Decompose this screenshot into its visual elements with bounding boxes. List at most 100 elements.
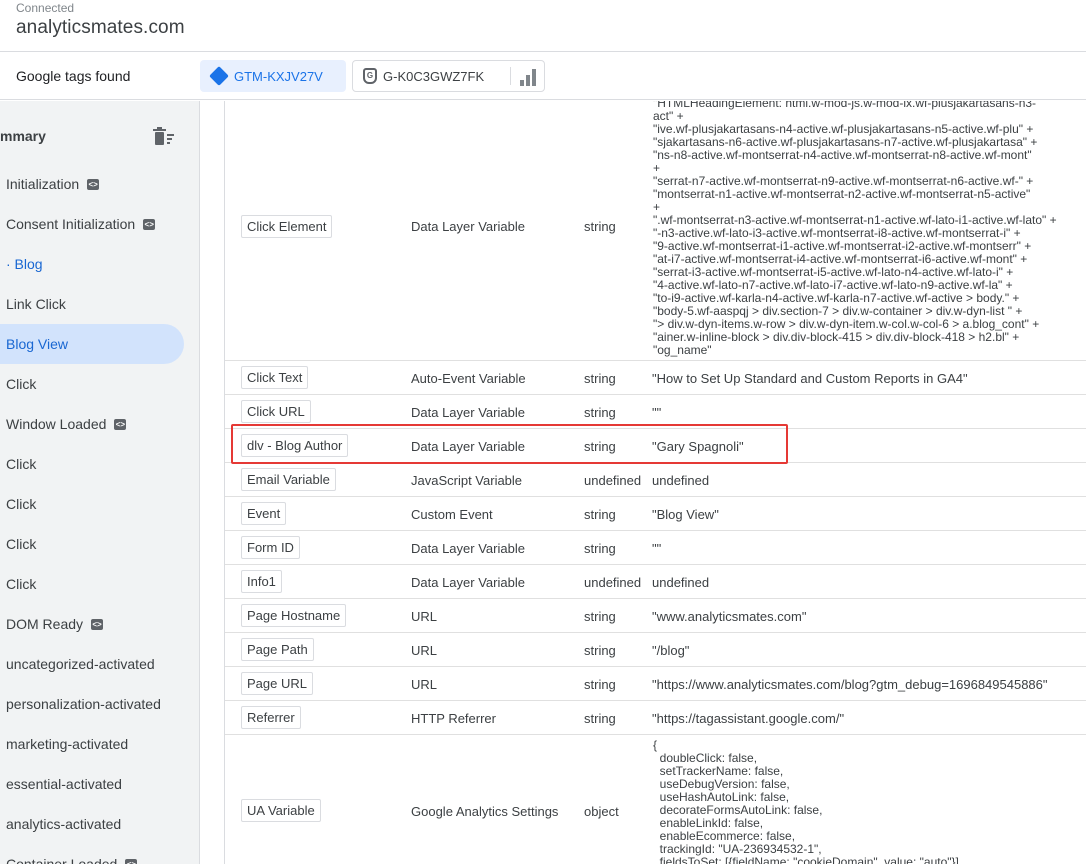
table-row: Click Text Auto-Event Variable string "How … [225,361,1086,395]
variable-data-type: undefined [584,473,642,488]
summary-heading[interactable]: mmary [0,128,46,144]
sidebar-event-item[interactable]: marketing-activated [0,724,184,764]
variable-value: "" [652,405,662,420]
variable-name: Info1 [241,570,282,593]
table-row: Info1 Data Layer Variable undefined undefin… [225,565,1086,599]
variable-type: Data Layer Variable [411,541,525,556]
variable-type: JavaScript Variable [411,473,523,488]
variable-type: Auto-Event Variable [411,371,526,386]
variable-value: "https://www.analyticsmates.com/blog?gtm… [652,677,1048,692]
variable-data-type: string [584,711,616,726]
sidebar-event-item[interactable]: Click [0,524,184,564]
sidebar-event-label: Click [6,576,37,592]
analytics-bars-icon[interactable] [519,68,537,86]
sidebar-event-label: Click [6,536,37,552]
sidebar-event-item[interactable]: Click [0,364,184,404]
variable-name: Click URL [241,400,311,423]
sidebar-event-label: DOM Ready [6,616,84,632]
variable-data-type: string [584,507,616,522]
sidebar-event-item[interactable]: Container Loaded <> [0,844,184,864]
sidebar-event-label: marketing-activated [6,736,129,752]
sidebar-event-item[interactable]: essential-activated [0,764,184,804]
variable-name: Referrer [241,706,301,729]
variable-name: Form ID [241,536,300,559]
variable-value: "Gary Spagnoli" [652,439,744,454]
variable-value: undefined [652,575,710,590]
sidebar-event-label: Click [6,376,37,392]
sidebar-event-item[interactable]: · Blog [0,244,184,284]
gtm-id: GTM-KXJV27V [234,68,323,84]
variable-name: Page Path [241,638,314,661]
sidebar-event-label: · Blog [6,256,43,272]
sidebar-event-label: Container Loaded [6,856,118,864]
variable-data-type: object [584,804,619,819]
table-row: UA Variable Google Analytics Settings obje… [225,735,1086,864]
variable-type: URL [411,643,438,658]
variable-type: Google Analytics Settings [411,804,559,819]
sidebar-event-label: uncategorized-activated [6,656,155,672]
gtm-icon [209,66,229,86]
google-tag-icon: G [363,68,377,84]
sidebar-event-item[interactable]: DOM Ready <> [0,604,184,644]
sidebar-event-item[interactable]: Initialization <> [0,164,184,204]
sidebar-event-item[interactable]: analytics-activated [0,804,184,844]
sidebar-event-item[interactable]: Click [0,564,184,604]
tags-bar: Google tags found GTM-KXJV27V G G-K0C3GW… [0,52,1086,100]
variable-value: { doubleClick: false, setTrackerName: fa… [653,739,959,864]
variable-type: URL [411,677,438,692]
variable-type: Data Layer Variable [411,219,525,234]
variable-type: URL [411,609,438,624]
variable-name: Click Element [241,215,333,238]
table-row: Email Variable JavaScript Variable undefin… [225,463,1086,497]
sidebar-event-item[interactable]: Blog View [0,324,184,364]
chip-divider [510,67,511,85]
variable-data-type: undefined [584,575,642,590]
sidebar-event-item[interactable]: personalization-activated [0,684,184,724]
table-row: Page URL URL string "https://www.analyticsm… [225,667,1086,701]
sidebar-event-item[interactable]: Click [0,444,184,484]
table-row: Page Hostname URL string "www.analyticsmate… [225,599,1086,633]
sidebar-event-item[interactable]: Window Loaded <> [0,404,184,444]
variable-value: "" [652,541,662,556]
variable-value: "www.analyticsmates.com" [652,609,807,624]
code-icon: <> [91,618,104,630]
code-icon: <> [87,178,100,190]
variable-data-type: string [584,219,616,234]
variable-name: Page URL [241,672,313,695]
sidebar-event-label: analytics-activated [6,816,122,832]
gtm-container-chip[interactable]: GTM-KXJV27V [200,60,346,92]
variable-data-type: string [584,643,616,658]
value-line: "og_name" [653,343,712,357]
value-line: "ainer.w-inline-block > div.div-block-41… [653,330,1020,344]
variable-type: HTTP Referrer [411,711,496,726]
variable-data-type: string [584,371,616,386]
ga4-tag-chip[interactable]: G G-K0C3GWZ7FK [352,60,545,92]
ga4-id: G-K0C3GWZ7FK [383,68,485,84]
variable-type: Data Layer Variable [411,575,525,590]
variable-name: Event [241,502,287,525]
sidebar-event-item[interactable]: Consent Initialization <> [0,204,184,244]
variables-table: Click Element Data Layer Variable string… [224,101,1086,864]
event-timeline-sidebar: mmary Initialization <> Consent Initializa… [0,101,200,864]
variable-data-type: string [584,405,616,420]
sidebar-event-item[interactable]: Click [0,484,184,524]
variable-value: "/blog" [652,643,690,658]
table-row: Referrer HTTP Referrer string "https://taga… [225,701,1086,735]
sidebar-event-item[interactable]: uncategorized-activated [0,644,184,684]
code-icon: <> [114,418,127,430]
variable-value: "How to Set Up Standard and Custom Repor… [652,371,968,386]
variable-value: "HTMLHeadingElement: html.w-mod-js.w-mod… [653,101,1057,357]
table-row: Event Custom Event string "Blog View" [225,497,1086,531]
table-row: Form ID Data Layer Variable string "" [225,531,1086,565]
tags-found-label: Google tags found [16,68,131,84]
clear-messages-icon[interactable] [152,127,176,147]
sidebar-event-item[interactable]: Link Click [0,284,184,324]
variable-data-type: string [584,439,616,454]
sidebar-event-label: Consent Initialization [6,216,136,232]
table-row: Page Path URL string "/blog" [225,633,1086,667]
connection-status: Connected [16,1,75,15]
variable-data-type: string [584,541,616,556]
sidebar-event-label: Click [6,456,37,472]
value-line: "HTMLHeadingElement: html.w-mod-js.w-mod… [653,101,1037,110]
code-icon: <> [125,858,138,864]
